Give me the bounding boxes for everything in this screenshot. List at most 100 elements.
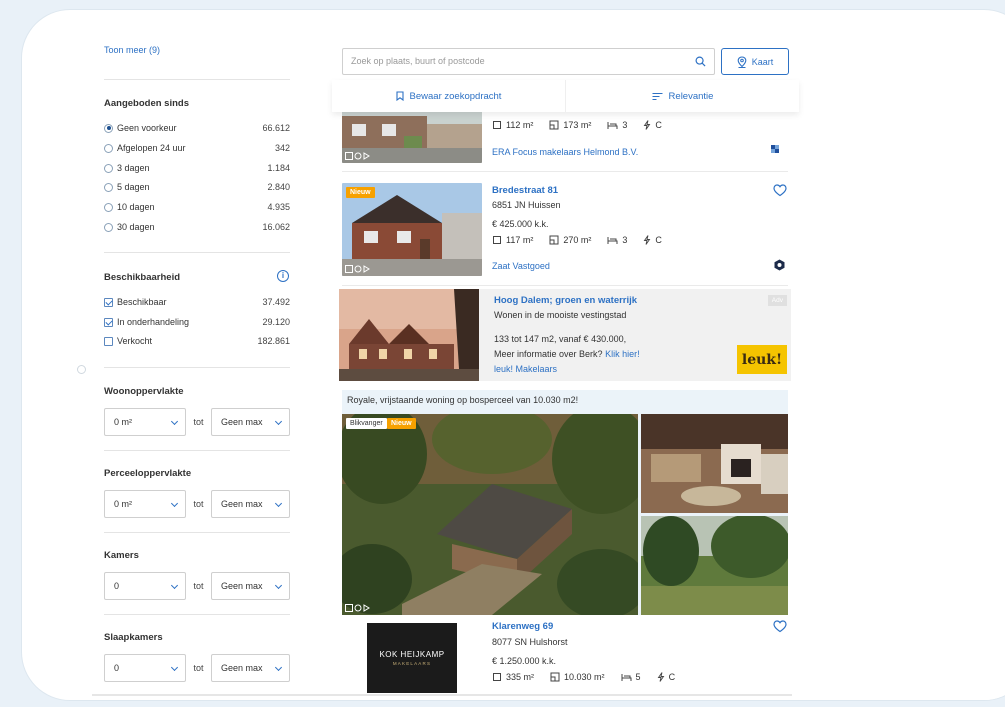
plot-area-icon [550,672,560,682]
living-area-min-select[interactable]: 0 m² [104,408,186,436]
info-icon[interactable]: i [277,270,289,282]
save-search-button[interactable]: Bewaar zoekopdracht [332,80,565,112]
featured-interior-photo[interactable] [641,414,788,513]
listing-photo[interactable]: Nieuw [342,183,482,276]
heart-icon[interactable] [773,184,787,197]
promo-details: 133 tot 147 m2, vanaf € 430.000, [494,334,627,344]
screen: Toon meer (9) Aangeboden sinds Geen voor… [92,40,1005,700]
featured-listing[interactable]: Royale, vrijstaande woning op bosperceel… [342,390,788,615]
plot-area-min-select[interactable]: 0 m² [104,490,186,518]
living-area-max-select[interactable]: Geen max [211,408,290,436]
promo-more-info: Meer informatie over Berk? Klik hier! [494,349,640,359]
living-area-icon [493,673,501,681]
bookmark-icon [395,91,404,101]
divider [104,614,290,615]
promo-agent-link[interactable]: leuk! Makelaars [494,364,557,374]
radio-icon[interactable] [104,182,113,192]
promo-title-link[interactable]: Hoog Dalem; groen en waterrijk [494,295,637,306]
energy-icon [657,672,664,682]
divider [342,285,788,286]
rooms-min-select[interactable]: 0 [104,572,186,600]
radio-icon[interactable] [104,163,113,173]
listing-features: 117 m² 270 m² 3 C [492,235,662,245]
bedrooms-range: 0 tot Geen max [104,654,290,682]
sort-button[interactable]: Relevantie [565,80,799,112]
listing-features: 112 m² 173 m² 3 C [492,120,662,130]
checkbox-option[interactable]: Beschikbaar 37.492 [104,295,290,309]
checkbox-option[interactable]: Verkocht 182.861 [104,334,290,348]
bed-icon [607,237,618,244]
radio-icon[interactable] [104,222,113,232]
promo-click-link[interactable]: Klik hier! [605,349,640,359]
listing-address-link[interactable]: Klarenweg 69 [492,621,553,632]
new-badge: Nieuw [387,418,416,429]
featured-garden-photo[interactable] [641,516,788,615]
promo-advertisement[interactable]: Hoog Dalem; groen en waterrijk Wonen in … [339,289,791,381]
agent-link[interactable]: Zaat Vastgoed [492,261,550,271]
listing-address-link[interactable]: Bredestraat 81 [492,185,558,196]
checkbox-option[interactable]: In onderhandeling 29.120 [104,315,290,329]
radio-selected-icon[interactable] [104,123,113,133]
living-area-range: 0 m² tot Geen max [104,408,290,436]
media-icons [345,152,371,160]
checkbox-icon[interactable] [104,336,113,346]
divider [342,171,788,172]
energy-icon [644,120,651,130]
checkbox-checked-icon[interactable] [104,297,113,307]
chevron-down-icon [274,499,283,508]
section-title-availability: Beschikbaarheid [104,272,181,283]
radio-option[interactable]: 3 dagen 1.184 [104,161,290,175]
living-area-icon [493,236,501,244]
divider [104,79,290,80]
promo-logo: leuk! [737,345,787,374]
energy-icon [644,235,651,245]
listing-price: € 1.250.000 k.k. [492,656,557,666]
radio-option[interactable]: 30 dagen 16.062 [104,220,290,234]
divider [104,532,290,533]
chevron-down-icon [170,417,179,426]
featured-main-photo[interactable]: Blikvanger Nieuw [342,414,638,615]
bedrooms-max-select[interactable]: Geen max [211,654,290,682]
search-input[interactable] [351,56,681,66]
photo-video-icons [345,604,370,612]
chevron-down-icon [274,663,283,672]
chevron-down-icon [274,581,283,590]
section-title-rooms: Kamers [104,550,139,561]
show-more-link[interactable]: Toon meer (9) [104,45,160,55]
promo-image [339,289,479,381]
listing-zip: 6851 JN Huissen [492,200,561,210]
radio-option[interactable]: 10 dagen 4.935 [104,200,290,214]
map-button[interactable]: Kaart [721,48,789,75]
media-icons [345,265,371,273]
listing-price: € 425.000 k.k. [492,219,549,229]
rooms-max-select[interactable]: Geen max [211,572,290,600]
radio-icon[interactable] [104,143,113,153]
heart-icon[interactable] [773,620,787,633]
ad-label: Adv [767,295,787,306]
camera-dot [77,365,86,374]
divider [104,450,290,451]
forest-house-photo [342,414,638,615]
bedrooms-min-select[interactable]: 0 [104,654,186,682]
agent-link[interactable]: ERA Focus makelaars Helmond B.V. [492,147,638,157]
media-icons [345,604,371,612]
sort-icon [652,92,663,100]
results-column: Kaart Bewaar zoekopdracht Relevantie [327,40,799,700]
chevron-down-icon [170,581,179,590]
living-area-icon [493,121,501,129]
checkbox-checked-icon[interactable] [104,317,113,327]
chevron-down-icon [274,417,283,426]
featured-badge: Blikvanger [346,418,387,429]
section-title-living-area: Woonoppervlakte [104,386,184,397]
radio-icon[interactable] [104,202,113,212]
tablet-frame: Toon meer (9) Aangeboden sinds Geen voor… [22,10,1005,700]
radio-option[interactable]: Geen voorkeur 66.612 [104,121,290,135]
search-icon[interactable] [695,56,706,67]
section-title-offered-since: Aangeboden sinds [104,98,189,109]
agent-logo-icon [774,259,785,271]
chevron-down-icon [170,663,179,672]
radio-option[interactable]: Afgelopen 24 uur 342 [104,141,290,155]
search-box[interactable] [342,48,715,75]
plot-area-max-select[interactable]: Geen max [211,490,290,518]
radio-option[interactable]: 5 dagen 2.840 [104,180,290,194]
